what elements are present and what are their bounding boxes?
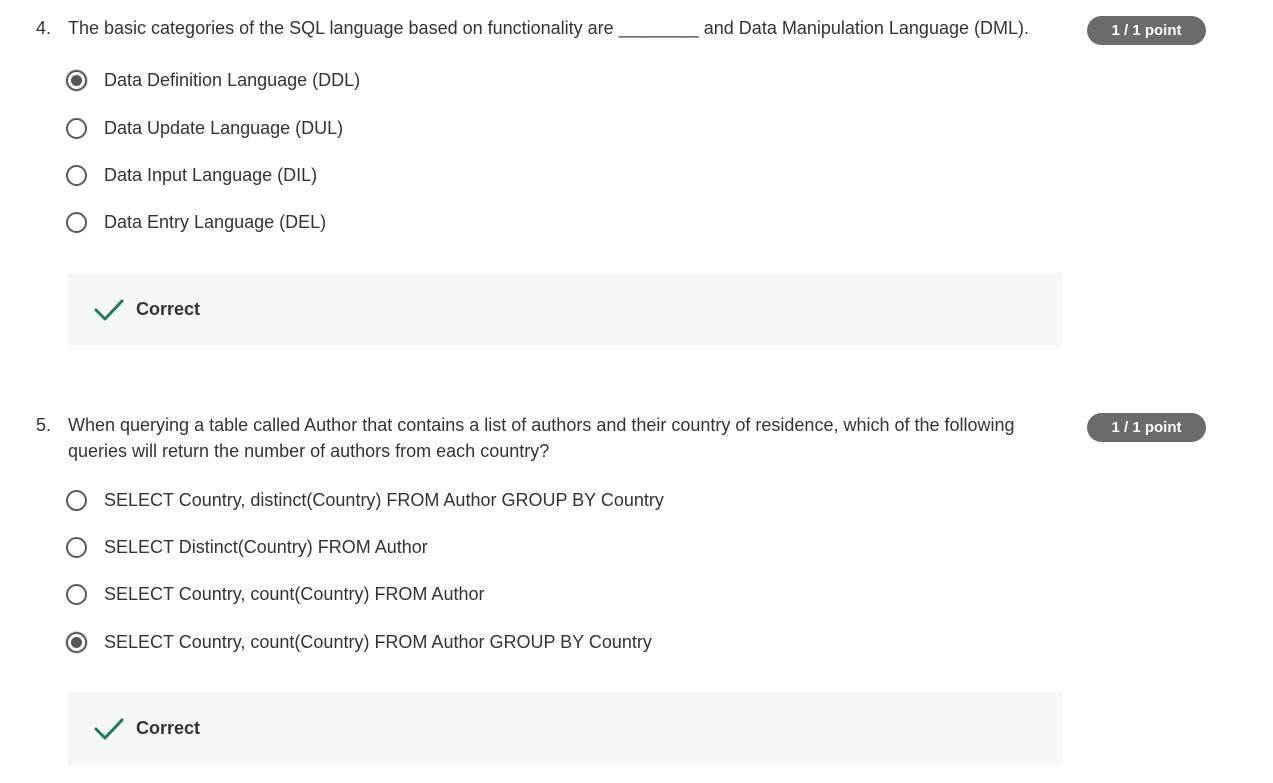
radio-button-selected[interactable]: [66, 631, 87, 653]
option-dil[interactable]: Data Input Language (DIL): [66, 161, 317, 189]
option-label: SELECT Country, count(Country) FROM Auth…: [104, 631, 652, 652]
radio-button[interactable]: [66, 164, 87, 186]
check-icon: [94, 718, 124, 739]
option-label: SELECT Country, distinct(Country) FROM A…: [104, 489, 664, 510]
option-label: SELECT Distinct(Country) FROM Author: [104, 536, 428, 557]
option-del[interactable]: Data Entry Language (DEL): [66, 208, 326, 236]
points-badge: 1 / 1 point: [1087, 413, 1206, 442]
check-icon: [94, 299, 124, 320]
question-number: 5.: [36, 415, 52, 435]
option-ddl[interactable]: Data Definition Language (DDL): [66, 66, 360, 94]
option-label: Data Update Language (DUL): [104, 117, 344, 138]
radio-button[interactable]: [66, 583, 87, 605]
question-number: 4.: [36, 18, 52, 38]
option-select-count[interactable]: SELECT Country, count(Country) FROM Auth…: [66, 580, 484, 608]
option-dul[interactable]: Data Update Language (DUL): [66, 114, 343, 142]
option-label: SELECT Country, count(Country) FROM Auth…: [104, 583, 485, 604]
feedback-correct: Correct: [68, 692, 1062, 765]
points-badge: 1 / 1 point: [1087, 16, 1206, 45]
option-select-count-group-by[interactable]: SELECT Country, count(Country) FROM Auth…: [66, 628, 652, 656]
radio-button[interactable]: [66, 536, 87, 558]
feedback-label: Correct: [136, 299, 201, 319]
option-label: Data Definition Language (DDL): [104, 69, 361, 90]
option-label: Data Entry Language (DEL): [104, 211, 327, 232]
option-select-distinct-group-by[interactable]: SELECT Country, distinct(Country) FROM A…: [66, 486, 664, 514]
question-prompt: When querying a table called Author that…: [68, 415, 1015, 461]
radio-button[interactable]: [66, 117, 87, 139]
question-prompt: The basic categories of the SQL language…: [68, 18, 1029, 38]
radio-button[interactable]: [66, 489, 87, 511]
option-label: Data Input Language (DIL): [104, 164, 318, 185]
radio-button[interactable]: [66, 211, 87, 233]
feedback-correct: Correct: [68, 273, 1062, 346]
option-select-distinct[interactable]: SELECT Distinct(Country) FROM Author: [66, 533, 428, 561]
radio-button-selected[interactable]: [66, 69, 87, 91]
feedback-label: Correct: [136, 718, 201, 738]
